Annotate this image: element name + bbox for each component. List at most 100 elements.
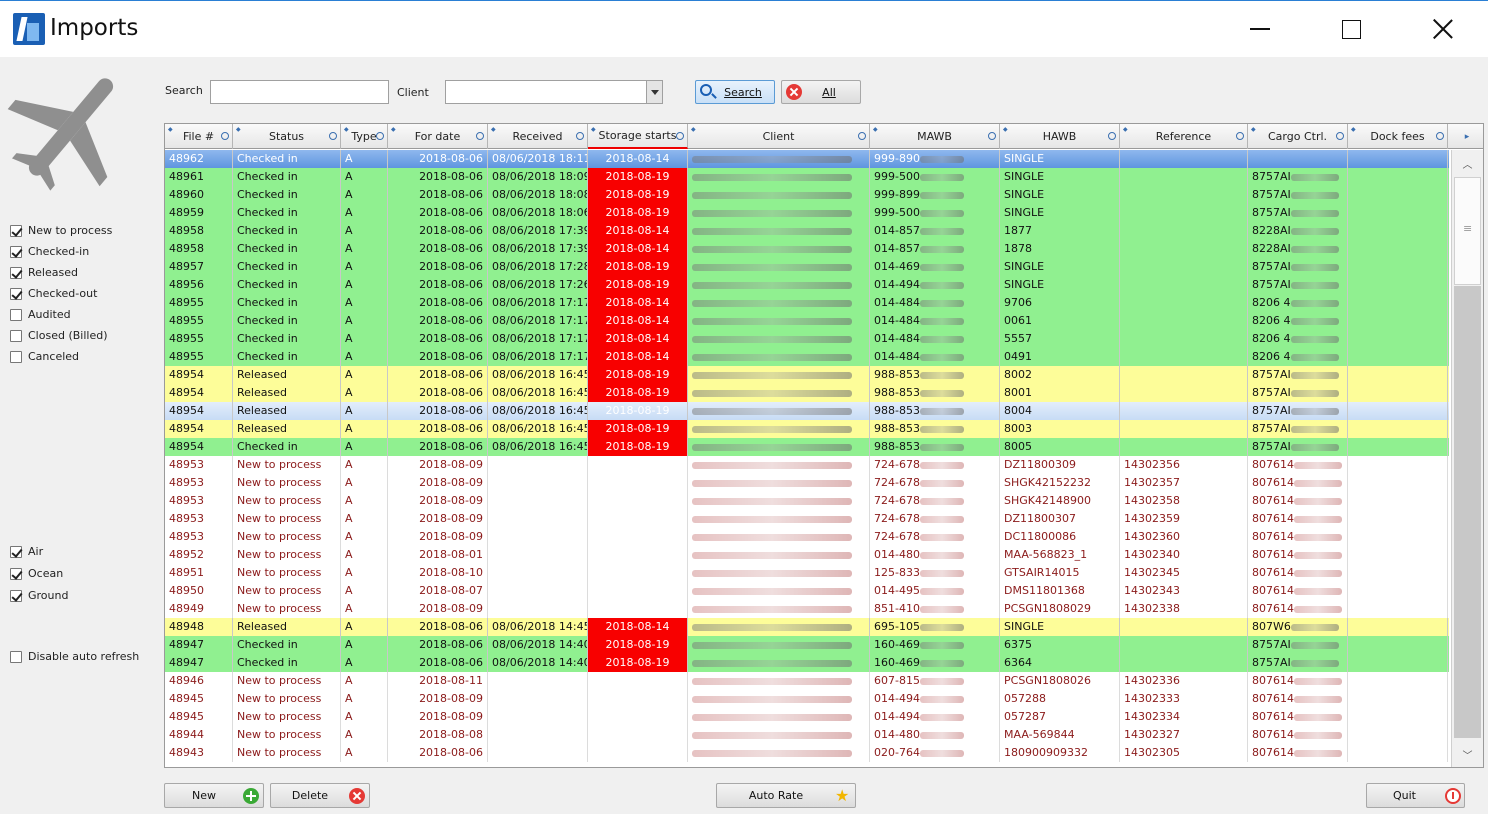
checkbox-box[interactable]: [10, 329, 22, 342]
status-filter-6[interactable]: Canceled: [10, 350, 79, 363]
table-row[interactable]: 48950 New to process A 2018-08-07 014-495 DMS…: [165, 582, 1449, 600]
checkbox-box[interactable]: [10, 224, 22, 237]
filter-search-icon[interactable]: [1336, 132, 1344, 140]
column-header[interactable]: ◆ Client: [688, 124, 870, 149]
table-row[interactable]: 48955 Checked in A 2018-08-06 08/06/2018 17:…: [165, 294, 1449, 312]
table-row[interactable]: 48946 New to process A 2018-08-11 607-815 PCS…: [165, 672, 1449, 690]
column-header[interactable]: ◆ Received: [488, 124, 588, 149]
filter-search-icon[interactable]: [329, 132, 337, 140]
checkbox-box[interactable]: [10, 589, 22, 602]
auto-rate-button[interactable]: Auto Rate ★: [716, 783, 856, 808]
table-row[interactable]: 48944 New to process A 2018-08-08 014-480 MAA…: [165, 726, 1449, 744]
status-filter-5[interactable]: Closed (Billed): [10, 329, 108, 342]
checkbox-box[interactable]: [10, 245, 22, 258]
table-row[interactable]: 48945 New to process A 2018-08-09 014-494 057…: [165, 708, 1449, 726]
table-row[interactable]: 48958 Checked in A 2018-08-06 08/06/2018 17:…: [165, 222, 1449, 240]
filter-search-icon[interactable]: [988, 132, 996, 140]
table-row[interactable]: 48954 Released A 2018-08-06 08/06/2018 16:45…: [165, 384, 1449, 402]
mode-filter-2[interactable]: Ground: [10, 589, 68, 602]
checkbox-box[interactable]: [10, 567, 22, 580]
cell-text: 48945: [169, 710, 204, 723]
column-header[interactable]: ◆ For date: [388, 124, 488, 149]
table-row[interactable]: 48948 Released A 2018-08-06 08/06/2018 14:45…: [165, 618, 1449, 636]
table-row[interactable]: 48952 New to process A 2018-08-01 014-480 MAA…: [165, 546, 1449, 564]
table-row[interactable]: 48953 New to process A 2018-08-09 724-678 DZ1…: [165, 456, 1449, 474]
table-row[interactable]: 48945 New to process A 2018-08-09 014-494 057…: [165, 690, 1449, 708]
scrollbar-track[interactable]: [1454, 286, 1481, 738]
column-header[interactable]: ◆ Cargo Ctrl.: [1248, 124, 1348, 149]
filter-search-icon[interactable]: [676, 132, 684, 140]
filter-search-icon[interactable]: [376, 132, 384, 140]
table-row[interactable]: 48943 New to process A 2018-08-06 020-764 180…: [165, 744, 1449, 762]
table-row[interactable]: 48947 Checked in A 2018-08-06 08/06/2018 14:…: [165, 654, 1449, 672]
table-row[interactable]: 48951 New to process A 2018-08-10 125-833 GTS…: [165, 564, 1449, 582]
mode-filter-0[interactable]: Air: [10, 545, 43, 558]
column-header[interactable]: ◆ Dock fees: [1348, 124, 1448, 149]
table-row[interactable]: 48957 Checked in A 2018-08-06 08/06/2018 17:…: [165, 258, 1449, 276]
filter-search-icon[interactable]: [221, 132, 229, 140]
mode-filter-1[interactable]: Ocean: [10, 567, 63, 580]
table-row[interactable]: 48953 New to process A 2018-08-09 724-678 SHG…: [165, 492, 1449, 510]
delete-button[interactable]: Delete: [270, 783, 370, 808]
table-row[interactable]: 48958 Checked in A 2018-08-06 08/06/2018 17:…: [165, 240, 1449, 258]
filter-search-icon[interactable]: [858, 132, 866, 140]
new-button[interactable]: New: [164, 783, 264, 808]
quit-button[interactable]: Quit: [1366, 783, 1465, 808]
filter-search-icon[interactable]: [1236, 132, 1244, 140]
table-row[interactable]: 48960 Checked in A 2018-08-06 08/06/2018 18:…: [165, 186, 1449, 204]
checkbox-box[interactable]: [10, 350, 22, 363]
scrollbar-thumb[interactable]: [1454, 177, 1481, 285]
client-select[interactable]: [445, 80, 663, 104]
search-button[interactable]: Search: [695, 80, 775, 104]
column-header[interactable]: ◆ Storage starts: [588, 124, 688, 149]
cell-text: 2018-08-06: [419, 332, 483, 345]
table-row[interactable]: 48953 New to process A 2018-08-09 724-678 DZ1…: [165, 510, 1449, 528]
table-row[interactable]: 48955 Checked in A 2018-08-06 08/06/2018 17:…: [165, 330, 1449, 348]
status-filter-3[interactable]: Checked-out: [10, 287, 97, 300]
table-row[interactable]: 48955 Checked in A 2018-08-06 08/06/2018 17:…: [165, 348, 1449, 366]
checkbox-box[interactable]: [10, 287, 22, 300]
column-header[interactable]: ◆ Type: [341, 124, 388, 149]
all-button[interactable]: All: [781, 80, 861, 104]
column-header[interactable]: ◆ MAWB: [870, 124, 1000, 149]
checkbox-box[interactable]: [10, 650, 22, 663]
filter-search-icon[interactable]: [576, 132, 584, 140]
minimize-icon[interactable]: [1237, 9, 1283, 49]
scroll-up-icon[interactable]: ︿: [1452, 150, 1483, 176]
table-row[interactable]: 48949 New to process A 2018-08-09 851-410 PCS…: [165, 600, 1449, 618]
filter-search-icon[interactable]: [476, 132, 484, 140]
close-icon[interactable]: [1420, 9, 1466, 49]
table-row[interactable]: 48947 Checked in A 2018-08-06 08/06/2018 14:…: [165, 636, 1449, 654]
column-header[interactable]: ◆ Status: [233, 124, 341, 149]
filter-search-icon[interactable]: [1108, 132, 1116, 140]
filter-search-icon[interactable]: [1436, 132, 1444, 140]
table-row[interactable]: 48959 Checked in A 2018-08-06 08/06/2018 18:…: [165, 204, 1449, 222]
status-filter-2[interactable]: Released: [10, 266, 78, 279]
table-row[interactable]: 48962 Checked in A 2018-08-06 08/06/2018 18:…: [165, 150, 1449, 168]
maximize-icon[interactable]: [1328, 9, 1374, 49]
status-filter-0[interactable]: New to process: [10, 224, 112, 237]
table-row[interactable]: 48954 Checked in A 2018-08-06 08/06/2018 16:…: [165, 438, 1449, 456]
table-row[interactable]: 48953 New to process A 2018-08-09 724-678 DC1…: [165, 528, 1449, 546]
table-row[interactable]: 48954 Released A 2018-08-06 08/06/2018 16:45…: [165, 402, 1449, 420]
column-header[interactable]: ◆ File #: [165, 124, 233, 149]
scroll-right-icon[interactable]: ▸: [1451, 124, 1483, 149]
status-filter-1[interactable]: Checked-in: [10, 245, 89, 258]
table-row[interactable]: 48956 Checked in A 2018-08-06 08/06/2018 17:…: [165, 276, 1449, 294]
table-row[interactable]: 48953 New to process A 2018-08-09 724-678 SHG…: [165, 474, 1449, 492]
table-row[interactable]: 48954 Released A 2018-08-06 08/06/2018 16:45…: [165, 420, 1449, 438]
checkbox-box[interactable]: [10, 545, 22, 558]
table-row[interactable]: 48955 Checked in A 2018-08-06 08/06/2018 17:…: [165, 312, 1449, 330]
scroll-down-icon[interactable]: ﹀: [1452, 741, 1483, 767]
column-header[interactable]: ◆ HAWB: [1000, 124, 1120, 149]
disable-auto-refresh-checkbox[interactable]: Disable auto refresh: [10, 650, 139, 663]
status-filter-4[interactable]: Audited: [10, 308, 71, 321]
column-header[interactable]: ◆ Reference: [1120, 124, 1248, 149]
table-row[interactable]: 48961 Checked in A 2018-08-06 08/06/2018 18:…: [165, 168, 1449, 186]
checkbox-box[interactable]: [10, 308, 22, 321]
chevron-down-icon[interactable]: [646, 81, 662, 103]
vertical-scrollbar[interactable]: ︿ ﹀: [1451, 150, 1483, 767]
search-input[interactable]: [210, 80, 389, 104]
table-row[interactable]: 48954 Released A 2018-08-06 08/06/2018 16:45…: [165, 366, 1449, 384]
checkbox-box[interactable]: [10, 266, 22, 279]
